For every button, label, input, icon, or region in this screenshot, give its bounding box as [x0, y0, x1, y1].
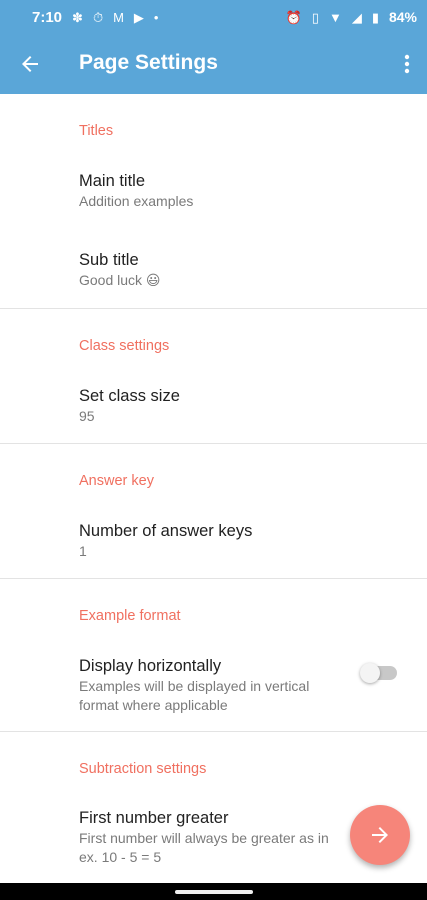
signal-icon: ◢	[351, 9, 362, 25]
setting-main-title[interactable]: Main title Addition examples	[0, 170, 427, 211]
page-title: Page Settings	[79, 51, 218, 74]
navigation-bar	[0, 883, 427, 900]
timer-icon: ⏱	[92, 9, 104, 25]
play-store-icon: ▶	[133, 9, 144, 25]
section-header: Subtraction settings	[79, 761, 207, 777]
setting-title: Main title	[79, 172, 146, 190]
status-bar: 7:10 ✽ ⏱ M ▶ • ⏰ ▯ ▼ ◢ ▮ 84%	[0, 0, 427, 34]
app-bar: Page Settings	[0, 34, 427, 94]
section-titles: Titles Main title Addition examples Sub …	[0, 94, 427, 309]
wifi-icon: ▼	[328, 9, 342, 25]
slack-icon: ✽	[72, 9, 83, 25]
section-example-format: Example format Display horizontally Exam…	[0, 579, 427, 732]
setting-sub-title[interactable]: Sub title Good luck 😃	[0, 249, 427, 290]
setting-class-size[interactable]: Set class size 95	[0, 385, 427, 426]
setting-title: First number greater	[79, 809, 229, 827]
status-time: 7:10	[32, 8, 63, 26]
setting-value: 1	[79, 543, 87, 559]
settings-list: Titles Main title Addition examples Sub …	[0, 94, 427, 867]
section-header: Example format	[79, 608, 181, 624]
toggle-knob	[360, 663, 380, 683]
alarm-icon: ⏰	[285, 9, 302, 25]
setting-answer-keys[interactable]: Number of answer keys 1	[0, 520, 427, 561]
battery-icon: ▮	[371, 9, 379, 25]
setting-value: 95	[79, 408, 95, 424]
setting-display-horizontally[interactable]: Display horizontally Examples will be di…	[0, 655, 427, 715]
setting-title: Display horizontally	[79, 657, 222, 675]
setting-title: Set class size	[79, 387, 180, 405]
display-horizontally-toggle[interactable]	[360, 663, 397, 683]
setting-value: Good luck 😃	[79, 272, 161, 288]
more-options-icon[interactable]	[401, 52, 413, 76]
setting-title: Number of answer keys	[79, 522, 253, 540]
section-answer-key: Answer key Number of answer keys 1	[0, 444, 427, 579]
home-gesture-handle[interactable]	[175, 890, 253, 894]
arrow-forward-icon	[372, 827, 388, 843]
status-right: ⏰ ▯ ▼ ◢ ▮ 84%	[286, 9, 417, 25]
section-header: Answer key	[79, 473, 154, 489]
dot-icon: •	[153, 9, 159, 25]
setting-description: First number will always be greater as i…	[79, 830, 329, 865]
setting-description: Examples will be displayed in vertical f…	[79, 678, 310, 713]
section-header: Class settings	[79, 338, 170, 354]
back-arrow-icon[interactable]	[18, 52, 42, 76]
status-left: 7:10 ✽ ⏱ M ▶ •	[32, 9, 158, 26]
section-header: Titles	[79, 123, 114, 139]
gmail-icon: M	[113, 9, 124, 25]
setting-title: Sub title	[79, 251, 139, 269]
vibrate-icon: ▯	[311, 9, 319, 25]
setting-value: Addition examples	[79, 193, 194, 209]
battery-percent: 84%	[388, 9, 417, 25]
section-class-settings: Class settings Set class size 95	[0, 309, 427, 444]
next-fab-button[interactable]	[350, 805, 410, 865]
